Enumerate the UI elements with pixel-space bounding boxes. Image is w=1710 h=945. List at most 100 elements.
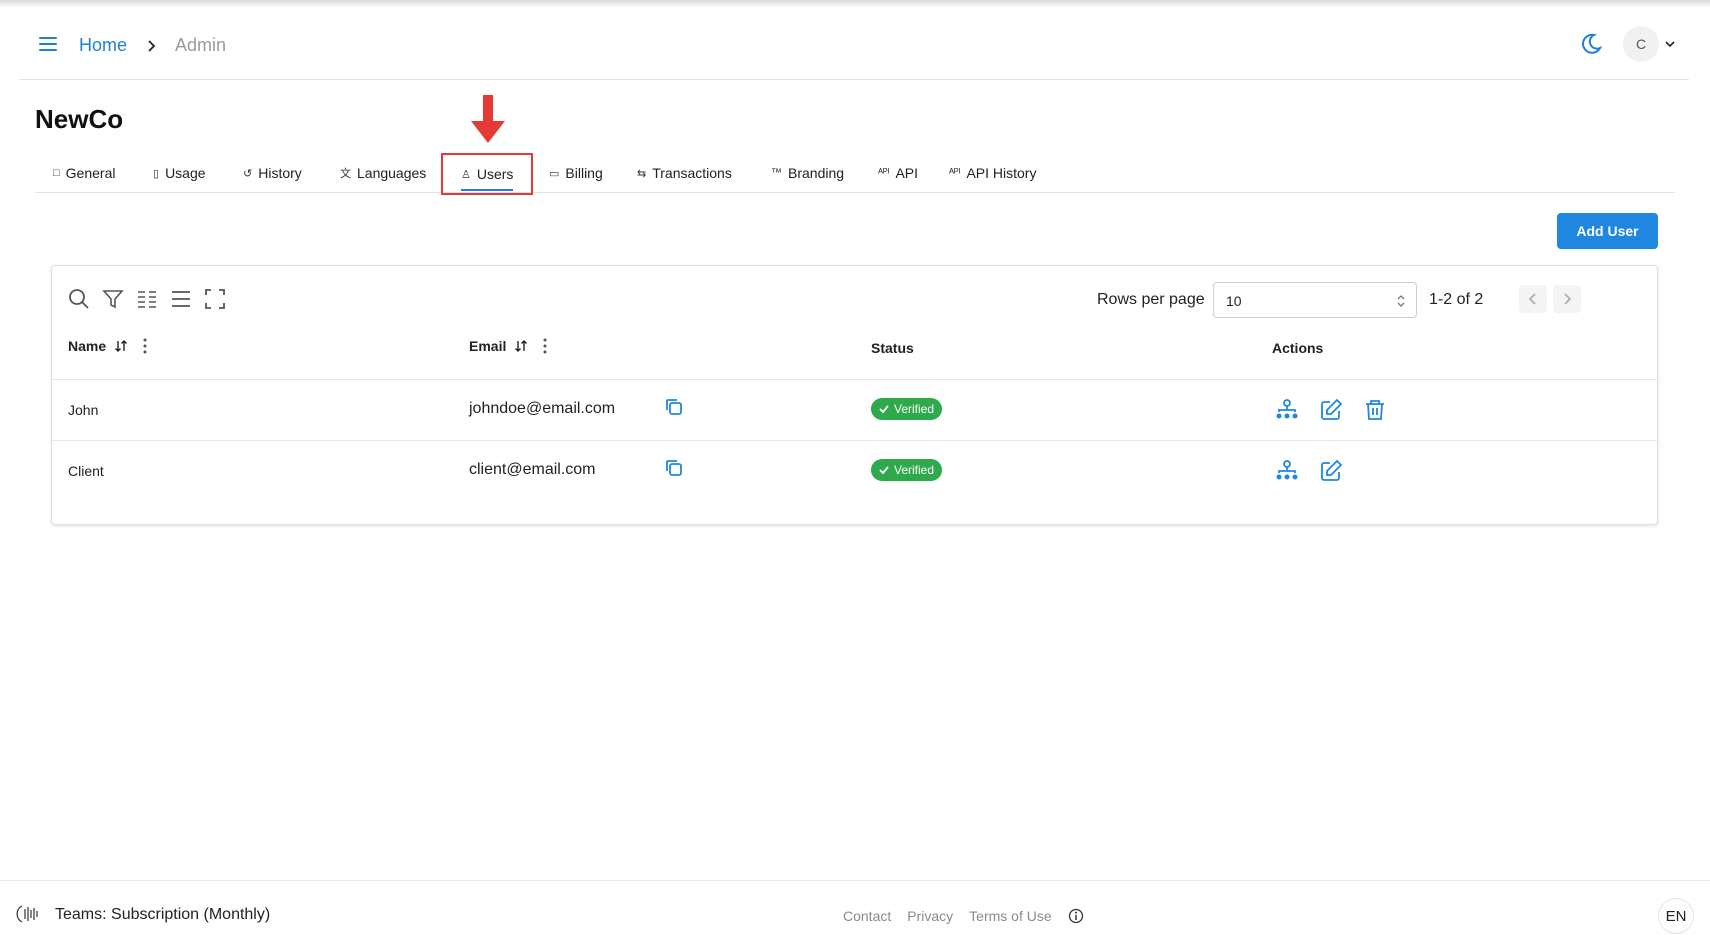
tab-billing[interactable]: ▭ Billing [549,154,603,192]
table-toolbar [68,288,238,310]
tab-general[interactable]: □ General [53,154,115,192]
chevron-right-icon[interactable] [1553,285,1581,313]
red-arrow-annotation [471,95,505,143]
sort-icon[interactable] [114,339,128,353]
row-divider [52,440,1657,441]
brand-logo-icon [16,905,38,923]
user-email: client@email.com [469,461,596,478]
status-badge: Verified [871,398,943,420]
general-icon: □ [53,167,60,179]
tab-label: API [895,165,919,181]
edit-icon[interactable] [1319,459,1343,483]
footer-links: Contact Privacy Terms of Use [843,908,1084,924]
header-divider [52,379,1657,380]
breadcrumb-current: Admin [175,35,227,55]
tab-usage[interactable]: ▯ Usage [153,154,206,192]
check-icon [879,466,889,475]
check-icon [879,405,889,414]
status-badge: Verified [871,459,943,481]
tab-label: Languages [357,165,427,181]
column-header-email[interactable]: Email [469,338,548,354]
columns-icon[interactable] [136,288,158,310]
sort-icon[interactable] [514,339,528,353]
tab-label: Transactions [652,165,732,181]
branding-icon: ™ [771,167,782,179]
tab-label: Usage [165,165,206,181]
history-icon: ↺ [243,167,253,180]
column-header-name[interactable]: Name [68,338,148,354]
status-label: Verified [894,463,935,477]
rows-per-page-label: Rows per page [1097,291,1205,308]
tab-api-history[interactable]: ᴬᴾᴵ API History [949,154,1036,192]
tab-history[interactable]: ↺ History [243,154,302,192]
avatar[interactable]: C [1623,26,1659,62]
info-icon[interactable] [1068,908,1084,924]
hamburger-icon[interactable] [37,35,59,53]
user-name: John [68,402,99,418]
terms-link[interactable]: Terms of Use [969,908,1051,924]
tab-label: History [258,165,302,181]
top-shadow [0,0,1710,8]
tab-label: API History [966,165,1037,181]
column-header-label: Status [871,340,914,356]
column-menu-icon[interactable] [142,338,148,354]
org-icon[interactable] [1275,459,1299,483]
tab-label: Users [476,166,514,182]
user-name: Client [68,463,104,479]
copy-icon[interactable] [664,458,684,478]
users-table-panel: Rows per page 10 1-2 of 2 Name Email Sta… [51,265,1658,525]
user-icon: ♙ [461,168,471,181]
language-selector[interactable]: EN [1658,898,1694,934]
tab-transactions[interactable]: ⇆ Transactions [637,154,732,192]
breadcrumb: Home Admin [79,35,226,56]
tab-label: General [65,165,116,181]
user-email: johndoe@email.com [469,400,616,417]
column-header-actions: Actions [1272,340,1323,356]
column-header-label: Email [469,338,507,354]
status-label: Verified [894,402,935,416]
tab-label: Billing [565,165,603,181]
app-header: Home Admin C [19,8,1689,80]
account-menu[interactable]: C [1623,26,1677,62]
column-menu-icon[interactable] [542,338,548,354]
pagination-range: 1-2 of 2 [1429,291,1484,308]
chevron-left-icon[interactable] [1519,285,1547,313]
moon-icon[interactable] [1579,32,1603,56]
select-updown-icon [1397,295,1405,307]
privacy-link[interactable]: Privacy [907,908,953,924]
tab-api[interactable]: ᴬᴾᴵ API [878,154,918,192]
org-icon[interactable] [1275,398,1299,422]
density-icon[interactable] [170,288,192,310]
tab-label: Branding [788,165,845,181]
billing-icon: ▭ [549,167,560,180]
fullscreen-icon[interactable] [204,288,226,310]
app-footer: Teams: Subscription (Monthly) Contact Pr… [0,880,1710,945]
column-header-label: Name [68,338,107,354]
page-title: NewCo [35,104,124,134]
search-icon[interactable] [68,288,90,310]
column-header-status: Status [871,340,914,356]
tab-bar: □ General ▯ Usage ↺ History 文 Languages ♙ Use… [35,153,1675,195]
pagination: Rows per page 10 1-2 of 2 [1097,282,1657,318]
chevron-down-icon [1665,41,1675,48]
add-user-button[interactable]: Add User [1557,213,1658,249]
copy-icon[interactable] [664,397,684,417]
api-history-icon: ᴬᴾᴵ [949,167,961,179]
trash-icon[interactable] [1363,398,1387,422]
edit-icon[interactable] [1319,398,1343,422]
breadcrumb-home-link[interactable]: Home [79,35,127,56]
languages-icon: 文 [340,168,351,180]
chevron-right-icon [143,38,159,54]
column-header-label: Actions [1272,340,1324,356]
tab-branding[interactable]: ™ Branding [771,154,844,192]
rows-per-page-select[interactable]: 10 [1213,282,1417,318]
filter-icon[interactable] [102,288,124,310]
rows-per-page-value: 10 [1226,293,1242,309]
transactions-icon: ⇆ [637,167,647,180]
tab-languages[interactable]: 文 Languages [340,154,426,192]
api-icon: ᴬᴾᴵ [878,167,890,179]
tab-users[interactable]: ♙ Users [441,153,534,195]
contact-link[interactable]: Contact [843,908,891,924]
subscription-plan: Teams: Subscription (Monthly) [55,906,271,923]
usage-icon: ▯ [153,167,160,180]
